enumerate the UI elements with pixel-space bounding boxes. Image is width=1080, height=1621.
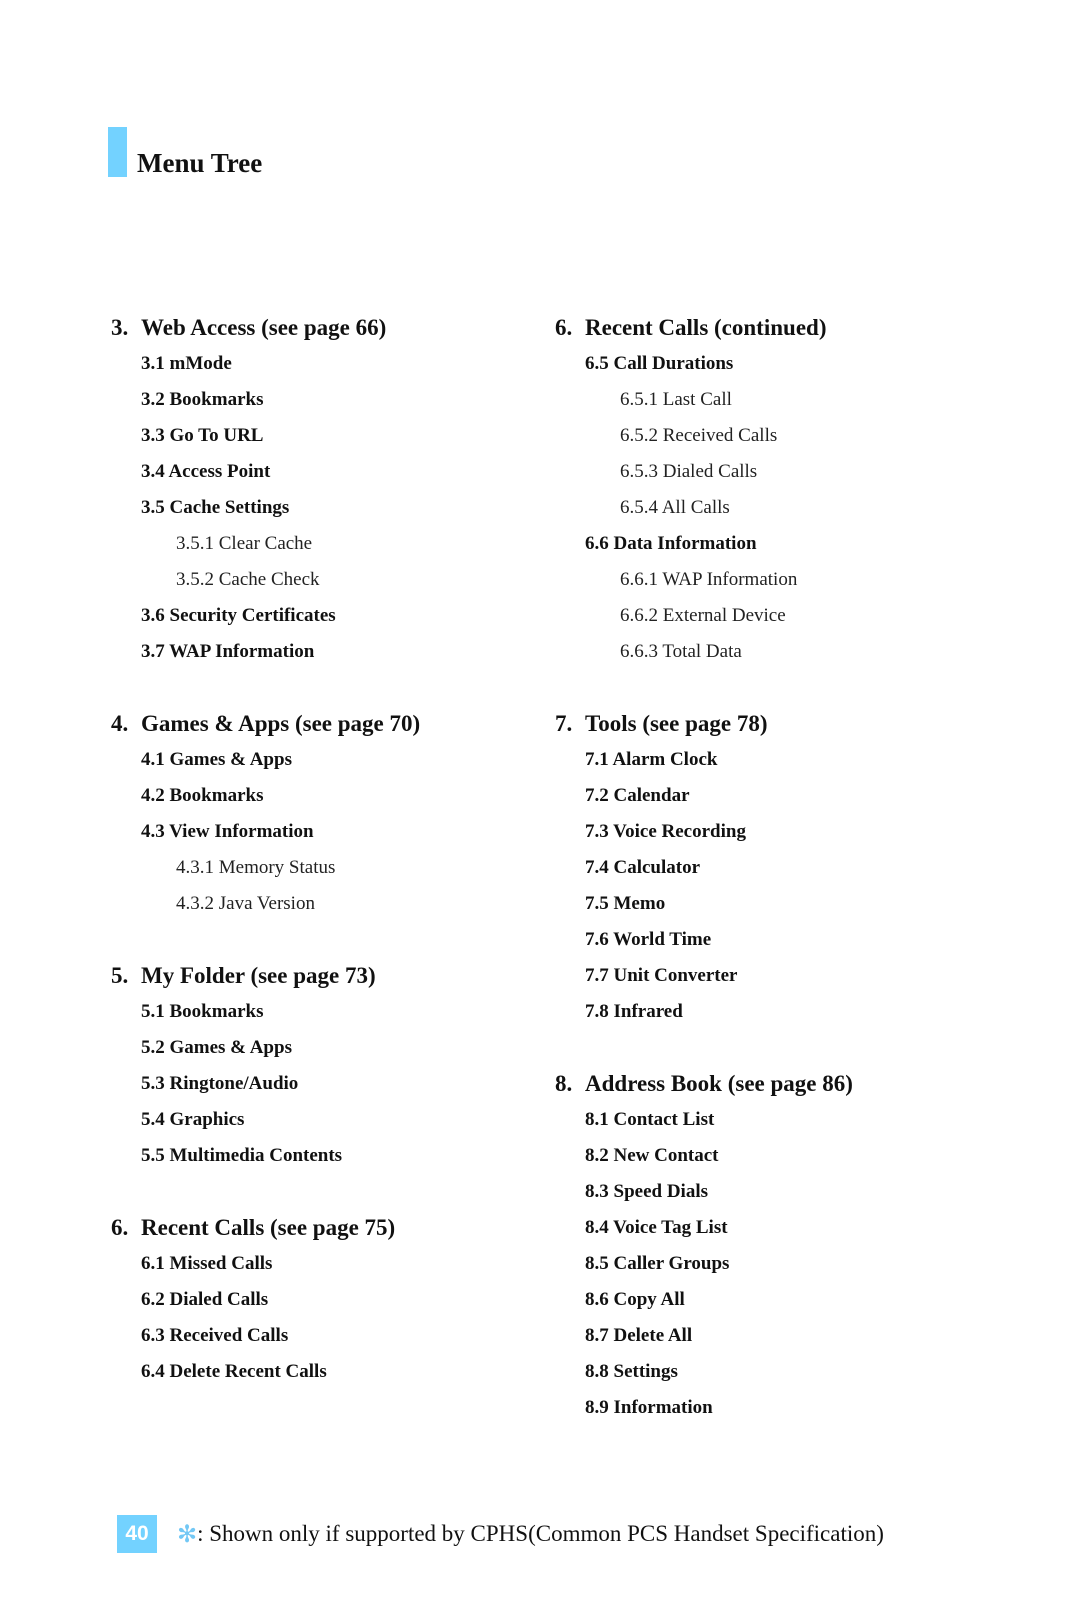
submenu-item: 4.3.2 Java Version	[176, 893, 315, 914]
menu-item: 6.4 Delete Recent Calls	[141, 1361, 327, 1382]
menu-item: 8.7 Delete All	[585, 1325, 693, 1346]
menu-item: 8.1 Contact List	[585, 1109, 715, 1130]
menu-item: 8.4 Voice Tag List	[585, 1217, 728, 1238]
menu-item: 7.1 Alarm Clock	[585, 749, 718, 770]
menu-item: 8.9 Information	[585, 1397, 713, 1418]
section-heading: 6. Recent Calls (see page 75)	[111, 1210, 531, 1246]
menu-item: 4.2 Bookmarks	[141, 785, 264, 806]
menu-item: 3.7 WAP Information	[141, 641, 315, 662]
section-heading: 6. Recent Calls (continued)	[555, 310, 975, 346]
menu-item: 8.8 Settings	[585, 1361, 678, 1382]
title-accent-bar	[108, 127, 127, 177]
menu-item: 7.3 Voice Recording	[585, 821, 746, 842]
section-title: My Folder (see page 73)	[141, 963, 376, 988]
menu-item: 3.4 Access Point	[141, 461, 271, 482]
menu-item: 8.2 New Contact	[585, 1145, 719, 1166]
section-number: 5.	[111, 963, 129, 988]
section-number: 7.	[555, 711, 573, 736]
asterisk-icon: ✻	[177, 1520, 198, 1548]
page-title: Menu Tree	[137, 148, 263, 178]
menu-item: 4.3 View Information	[141, 821, 314, 842]
menu-item: 6.1 Missed Calls	[141, 1253, 273, 1274]
menu-item: 7.6 World Time	[585, 929, 712, 950]
menu-item: 8.6 Copy All	[585, 1289, 685, 1310]
menu-item: 3.5 Cache Settings	[141, 497, 290, 518]
submenu-item: 6.5.4 All Calls	[620, 497, 730, 518]
section-heading: 5. My Folder (see page 73)	[111, 958, 531, 994]
section-heading: 4. Games & Apps (see page 70)	[111, 706, 531, 742]
section-heading: 3. Web Access (see page 66)	[111, 310, 531, 346]
submenu-item: 6.5.1 Last Call	[620, 389, 732, 410]
footnote-text: : Shown only if supported by CPHS(Common…	[197, 1521, 884, 1546]
section-number: 3.	[111, 315, 129, 340]
submenu-item: 3.5.1 Clear Cache	[176, 533, 313, 554]
menu-item: 6.5 Call Durations	[585, 353, 734, 374]
menu-item: 7.4 Calculator	[585, 857, 701, 878]
section-title: Games & Apps (see page 70)	[141, 711, 421, 736]
menu-item: 3.6 Security Certificates	[141, 605, 336, 626]
submenu-item: 6.5.3 Dialed Calls	[620, 461, 758, 482]
menu-item: 3.3 Go To URL	[141, 425, 264, 446]
section-title: Address Book (see page 86)	[585, 1071, 853, 1096]
menu-item: 7.8 Infrared	[585, 1001, 683, 1022]
menu-item: 7.7 Unit Converter	[585, 965, 738, 986]
section-title: Web Access (see page 66)	[141, 315, 387, 340]
menu-item: 3.2 Bookmarks	[141, 389, 264, 410]
menu-item: 5.2 Games & Apps	[141, 1037, 292, 1058]
menu-item: 7.5 Memo	[585, 893, 666, 914]
submenu-item: 4.3.1 Memory Status	[176, 857, 336, 878]
section-title: Recent Calls (see page 75)	[141, 1215, 396, 1240]
section-title: Recent Calls (continued)	[585, 315, 827, 340]
menu-item: 5.3 Ringtone/Audio	[141, 1073, 299, 1094]
menu-item: 8.5 Caller Groups	[585, 1253, 730, 1274]
page-number-badge: 40	[117, 1515, 157, 1553]
menu-item: 3.1 mMode	[141, 353, 232, 374]
submenu-item: 3.5.2 Cache Check	[176, 569, 320, 590]
menu-item: 6.2 Dialed Calls	[141, 1289, 269, 1310]
menu-item: 4.1 Games & Apps	[141, 749, 292, 770]
menu-item: 8.3 Speed Dials	[585, 1181, 708, 1202]
menu-item: 5.4 Graphics	[141, 1109, 245, 1130]
submenu-item: 6.5.2 Received Calls	[620, 425, 778, 446]
section-number: 6.	[555, 315, 573, 340]
menu-item: 6.6 Data Information	[585, 533, 757, 554]
section-number: 6.	[111, 1215, 129, 1240]
submenu-item: 6.6.2 External Device	[620, 605, 786, 626]
menu-item: 7.2 Calendar	[585, 785, 690, 806]
section-title: Tools (see page 78)	[585, 711, 768, 736]
menu-item: 5.5 Multimedia Contents	[141, 1145, 343, 1166]
section-heading: 7. Tools (see page 78)	[555, 706, 975, 742]
section-heading: 8. Address Book (see page 86)	[555, 1066, 975, 1102]
menu-item: 5.1 Bookmarks	[141, 1001, 264, 1022]
submenu-item: 6.6.1 WAP Information	[620, 569, 798, 590]
menu-column-left: 3. Web Access (see page 66) 3.1 mMode 3.2 B…	[111, 310, 531, 1390]
menu-item: 6.3 Received Calls	[141, 1325, 289, 1346]
menu-column-right: 6. Recent Calls (continued) 6.5 Call Durat…	[555, 310, 975, 1426]
submenu-item: 6.6.3 Total Data	[620, 641, 742, 662]
section-number: 4.	[111, 711, 129, 736]
section-number: 8.	[555, 1071, 573, 1096]
page-footer: 40 ✻ : Shown only if supported by CPHS(C…	[117, 1515, 884, 1553]
